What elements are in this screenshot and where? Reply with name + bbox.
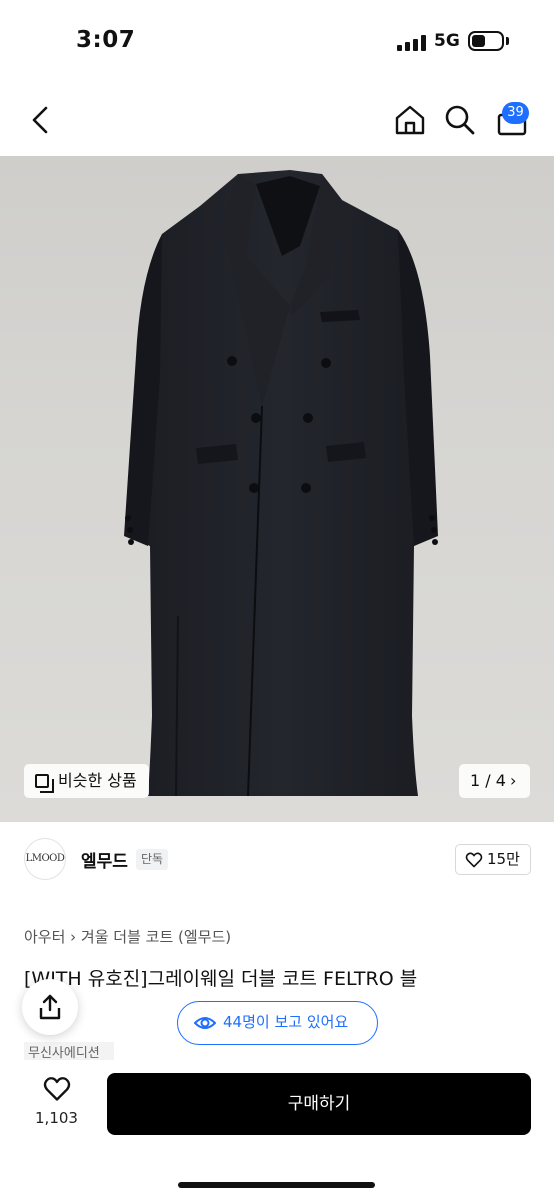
- search-icon[interactable]: [444, 104, 476, 136]
- product-title: [WITH 유호진]그레이웨일 더블 코트 FELTRO 블: [24, 968, 418, 990]
- signal-icon: [397, 35, 427, 51]
- share-icon: [39, 994, 61, 1020]
- brand-like-button[interactable]: 15만: [455, 844, 531, 875]
- status-time: 3:07: [76, 27, 136, 53]
- category-breadcrumb[interactable]: 아우터 › 겨울 더블 코트 (엘무드): [24, 926, 231, 947]
- exclusive-badge: 단독: [136, 849, 169, 870]
- cart-badge: 39: [502, 102, 529, 124]
- brand-logo[interactable]: LMOOD: [24, 838, 66, 880]
- heart-icon: [465, 852, 483, 868]
- network-label: 5G: [434, 31, 460, 51]
- share-button[interactable]: [22, 979, 78, 1035]
- coat-illustration: [124, 170, 438, 797]
- page-indicator-text: 1 / 4: [470, 771, 506, 790]
- similar-products-button[interactable]: 비슷한 상품: [24, 764, 149, 798]
- battery-cap: [506, 37, 509, 45]
- edition-tag: 무신사에디션: [24, 1042, 114, 1060]
- similar-products-label: 비슷한 상품: [58, 771, 137, 790]
- home-indicator: [178, 1182, 375, 1188]
- back-icon[interactable]: [28, 104, 52, 136]
- page-indicator[interactable]: 1 / 4 ›: [459, 764, 530, 798]
- home-icon[interactable]: [393, 104, 427, 136]
- battery-icon: [468, 31, 504, 51]
- heart-icon[interactable]: [43, 1076, 71, 1102]
- brand-like-count: 15만: [487, 850, 520, 868]
- similar-icon: [35, 774, 54, 793]
- status-bar: 3:07 5G: [0, 0, 554, 84]
- product-image[interactable]: [0, 156, 554, 822]
- viewers-label: 44명이 보고 있어요: [223, 1013, 349, 1031]
- buy-button[interactable]: 구매하기: [107, 1073, 531, 1135]
- viewers-pill: 44명이 보고 있어요: [177, 1001, 378, 1045]
- eye-icon: [194, 1017, 216, 1029]
- like-count: 1,103: [35, 1109, 78, 1127]
- chevron-right-icon: ›: [510, 771, 517, 790]
- brand-name[interactable]: 엘무드: [81, 847, 128, 872]
